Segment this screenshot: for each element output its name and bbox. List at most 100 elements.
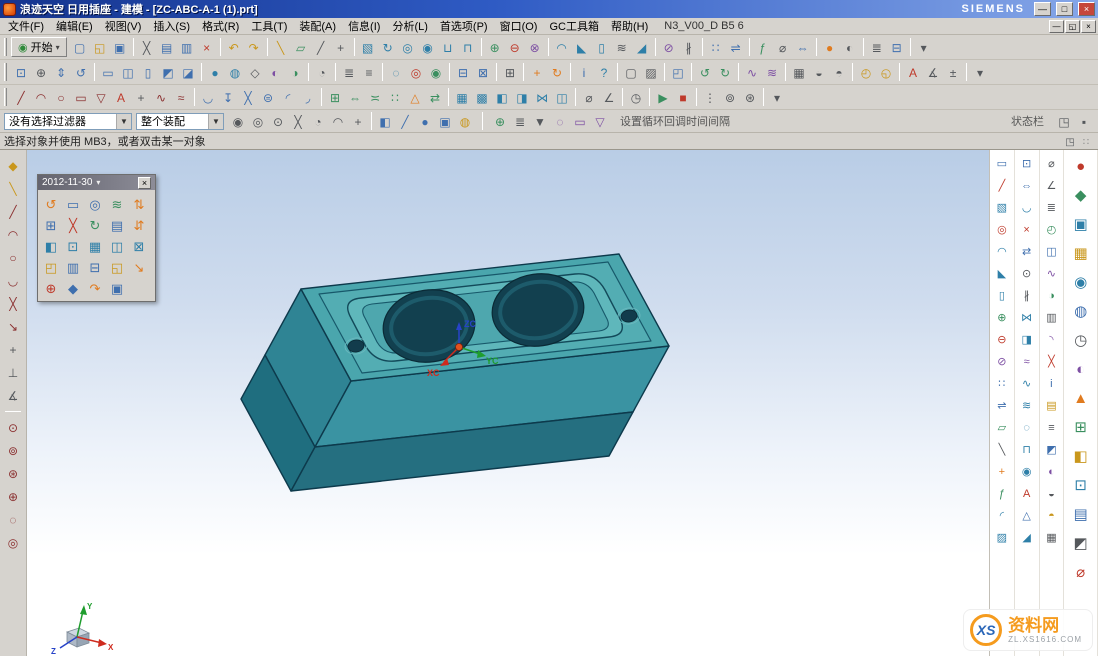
grid-icon[interactable]: ▦ [789, 62, 809, 82]
workpiece-icon[interactable]: ▩ [472, 87, 492, 107]
rp-scene-icon[interactable]: ◩ [1069, 532, 1093, 554]
measure-distance-icon[interactable]: ⌀ [579, 87, 599, 107]
rotate-view-icon[interactable]: ↺ [71, 62, 91, 82]
toolbar-drag-handle[interactable] [4, 38, 7, 56]
point-icon[interactable]: + [331, 37, 351, 57]
rp-info-icon[interactable]: i [1042, 375, 1060, 392]
rp-datum-icon[interactable]: ▭ [993, 155, 1011, 172]
studio-render-icon[interactable]: ◐ [265, 62, 285, 82]
history-icon[interactable]: ◷ [626, 87, 646, 107]
rp-resize-icon[interactable]: ⊙ [1018, 265, 1036, 282]
pad-icon[interactable]: ⊓ [458, 37, 478, 57]
rp-delete-face-icon[interactable]: × [1018, 221, 1036, 238]
line-tool-icon[interactable]: ╱ [3, 202, 23, 220]
rp-replace-face-icon[interactable]: ⇄ [1018, 243, 1036, 260]
circle-tool-icon[interactable]: ○ [3, 248, 23, 266]
edit-section-icon[interactable]: ⊟ [453, 62, 473, 82]
assembly-constraints-icon[interactable]: ≍ [365, 87, 385, 107]
trim-curve-icon[interactable]: ◞ [298, 87, 318, 107]
stop-macro-icon[interactable]: ■ [673, 87, 693, 107]
palette-tool-11-icon[interactable]: ◧ [40, 235, 62, 256]
cascade-icon[interactable]: ▨ [641, 62, 661, 82]
menu-item-9[interactable]: 首选项(P) [434, 17, 494, 35]
chevron-down-icon[interactable]: ▾ [96, 178, 100, 187]
menu-item-7[interactable]: 信息(I) [342, 17, 386, 35]
toolbar-options-icon[interactable]: ▾ [914, 37, 934, 57]
rp-manufacturing-icon[interactable]: ⊞ [1069, 416, 1093, 438]
intersection-curve-icon[interactable]: ╳ [238, 87, 258, 107]
menu-item-5[interactable]: 工具(T) [245, 17, 293, 35]
help-icon[interactable]: ? [594, 62, 614, 82]
dimension-icon[interactable]: ∡ [923, 62, 943, 82]
background-light-icon[interactable]: ◓ [829, 62, 849, 82]
palette-tool-10-icon[interactable]: ⇵ [128, 214, 150, 235]
trim-tool-icon[interactable]: ╳ [3, 294, 23, 312]
new-icon[interactable]: ▢ [70, 37, 90, 57]
curvature-analysis-icon[interactable]: ∿ [742, 62, 762, 82]
menu-item-1[interactable]: 编辑(E) [50, 17, 99, 35]
rp-chamfer-icon[interactable]: ◣ [993, 265, 1011, 282]
rectangle-icon[interactable]: ▭ [71, 87, 91, 107]
rp-notes-icon[interactable]: ▤ [1042, 397, 1060, 414]
palette-tool-22-icon[interactable]: ◆ [62, 277, 84, 298]
rp-render-icon[interactable]: ◐ [1042, 463, 1060, 480]
toolbar-drag-handle[interactable] [4, 63, 7, 81]
combo-arrow-icon[interactable]: ▼ [208, 114, 223, 129]
palette-tool-8-icon[interactable]: ↻ [84, 214, 106, 235]
palette-tool-9-icon[interactable]: ▤ [106, 214, 128, 235]
window-icon[interactable]: ▢ [621, 62, 641, 82]
graphics-window[interactable]: ZC YC XC Y X Z [27, 150, 989, 656]
arc-icon[interactable]: ◠ [31, 87, 51, 107]
zoom-icon[interactable]: ⊕ [31, 62, 51, 82]
sphere-icon[interactable]: ● [820, 37, 840, 57]
hide-icon[interactable]: ◎ [406, 62, 426, 82]
palette-tool-20-icon[interactable]: ↘ [128, 256, 150, 277]
move-component-icon[interactable]: ⇔ [345, 87, 365, 107]
point-icon[interactable]: + [131, 87, 151, 107]
helix-icon[interactable]: ≈ [171, 87, 191, 107]
rp-edge-check-icon[interactable]: ╳ [1042, 353, 1060, 370]
rp-angle-icon[interactable]: ∠ [1042, 177, 1060, 194]
rp-measure-tools-icon[interactable]: ⌀ [1069, 561, 1093, 583]
prompt-grip-icon[interactable]: ∷ [1078, 134, 1094, 149]
mdi-restore-button[interactable]: ◱ [1065, 20, 1080, 33]
maximize-button[interactable]: □ [1056, 2, 1073, 16]
rp-surface-icon[interactable]: ◜ [993, 507, 1011, 524]
menu-item-4[interactable]: 格式(R) [196, 17, 245, 35]
show-hide-icon[interactable]: ◌ [386, 62, 406, 82]
material-icon[interactable]: ◐ [840, 37, 860, 57]
select-edge-icon[interactable]: ╱ [395, 111, 415, 131]
palette-tool-23-icon[interactable]: ↷ [84, 277, 106, 298]
mold-wizard-icon[interactable]: ▦ [452, 87, 472, 107]
sketch-icon[interactable]: ╲ [271, 37, 291, 57]
snap-endpoint-icon[interactable]: ◉ [228, 111, 248, 131]
rp-templates-icon[interactable]: ▤ [1069, 503, 1093, 525]
point-tool-icon[interactable]: + [3, 340, 23, 358]
rp-edit-param-icon[interactable]: ⊡ [1018, 155, 1036, 172]
rp-hd3d-icon[interactable]: ◉ [1069, 271, 1093, 293]
bridge-curve-icon[interactable]: ◜ [278, 87, 298, 107]
reference-circle-icon[interactable]: ⊚ [3, 441, 23, 459]
shaded-icon[interactable]: ● [205, 62, 225, 82]
mdi-minimize-button[interactable]: — [1049, 20, 1064, 33]
rp-pattern-icon[interactable]: ∷ [993, 375, 1011, 392]
paste-icon[interactable]: ▥ [177, 37, 197, 57]
menu-item-12[interactable]: 帮助(H) [605, 17, 654, 35]
rectangle-select-icon[interactable]: ▭ [570, 111, 590, 131]
rp-shell-icon[interactable]: ▯ [993, 287, 1011, 304]
rp-subtract-icon[interactable]: ⊖ [993, 331, 1011, 348]
menu-item-6[interactable]: 装配(A) [293, 17, 342, 35]
select-feature-icon[interactable]: ▣ [435, 111, 455, 131]
rp-patch-icon[interactable]: ◨ [1018, 331, 1036, 348]
refresh-icon[interactable]: ↺ [695, 62, 715, 82]
snap-intersection-icon[interactable]: ╳ [288, 111, 308, 131]
palette-tool-1-icon[interactable]: ↺ [40, 193, 62, 214]
background-dark-icon[interactable]: ◒ [809, 62, 829, 82]
palette-tool-16-icon[interactable]: ◰ [40, 256, 62, 277]
palette-tool-5-icon[interactable]: ⇅ [128, 193, 150, 214]
palette-tool-14-icon[interactable]: ◫ [106, 235, 128, 256]
rp-thicken-icon[interactable]: ▨ [993, 529, 1011, 546]
intersect-icon[interactable]: ⊗ [525, 37, 545, 57]
chamfer-icon[interactable]: ◣ [572, 37, 592, 57]
hole-icon[interactable]: ◎ [398, 37, 418, 57]
